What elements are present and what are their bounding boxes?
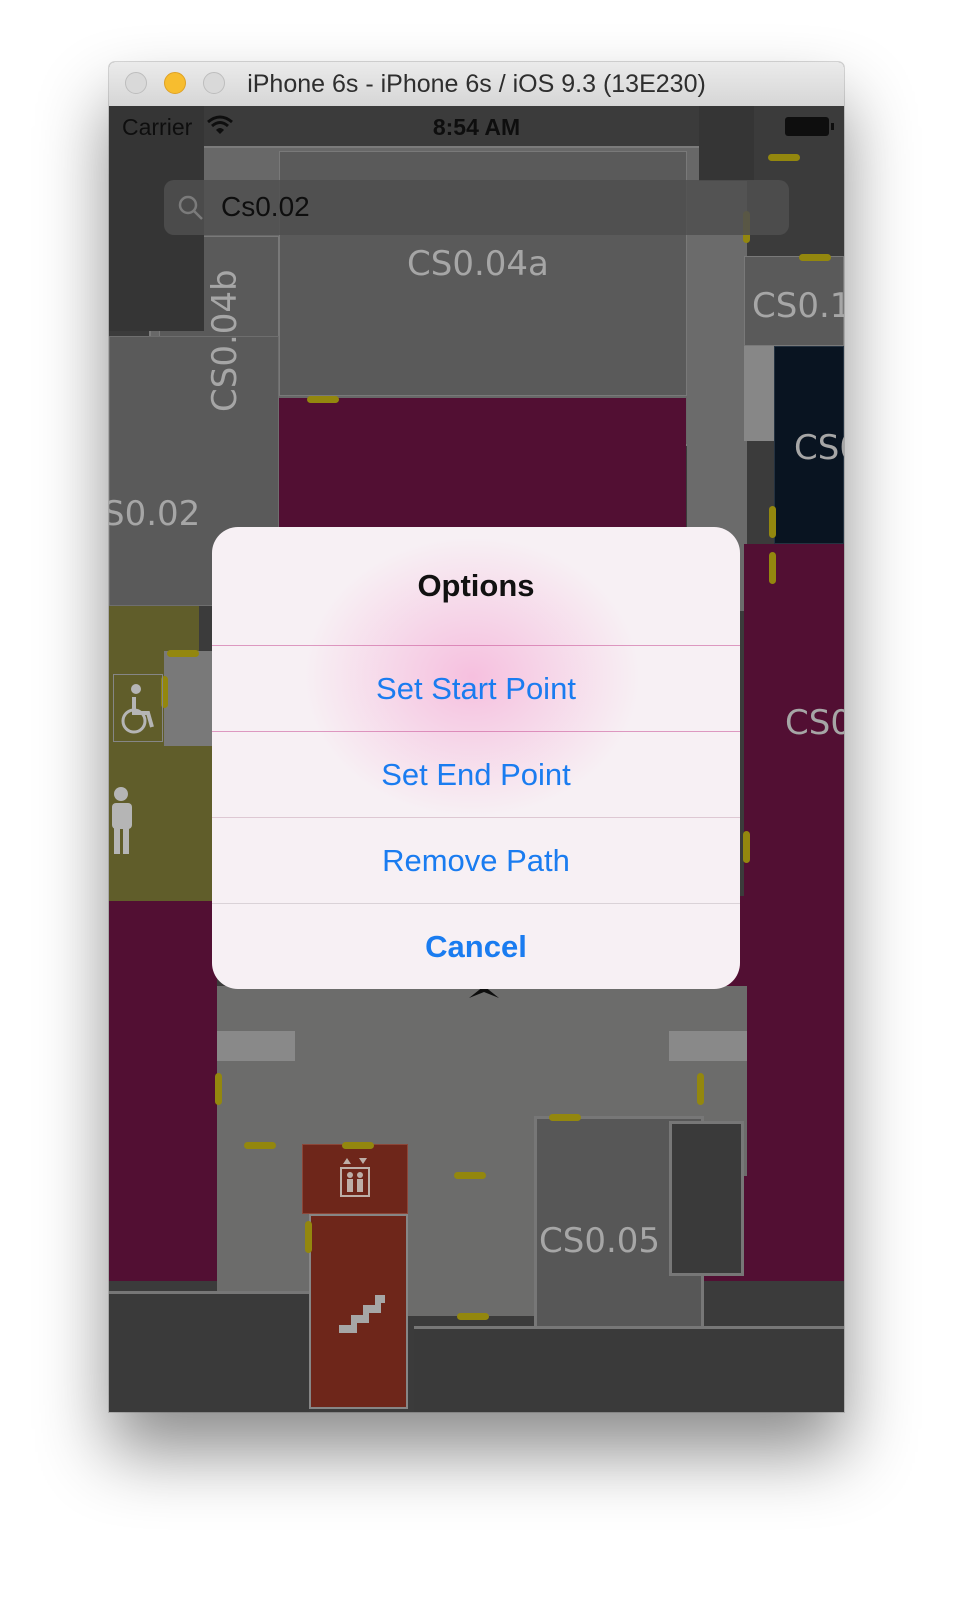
set-start-point-button[interactable]: Set Start Point xyxy=(212,645,740,732)
simulator-window: iPhone 6s - iPhone 6s / iOS 9.3 (13E230) xyxy=(109,62,844,1412)
cancel-button[interactable]: Cancel xyxy=(212,903,740,989)
window-title: iPhone 6s - iPhone 6s / iOS 9.3 (13E230) xyxy=(247,70,706,98)
options-alert: Options Set Start Point Set End Point Re… xyxy=(212,527,740,989)
alert-title: Options xyxy=(417,568,535,603)
remove-path-button[interactable]: Remove Path xyxy=(212,817,740,904)
window-titlebar: iPhone 6s - iPhone 6s / iOS 9.3 (13E230) xyxy=(109,62,844,107)
phone-screen: CS0.04a CS0.04b S0.02 CS0.1 CS0 CS0 CS0.… xyxy=(109,106,844,1412)
set-end-point-button[interactable]: Set End Point xyxy=(212,731,740,818)
